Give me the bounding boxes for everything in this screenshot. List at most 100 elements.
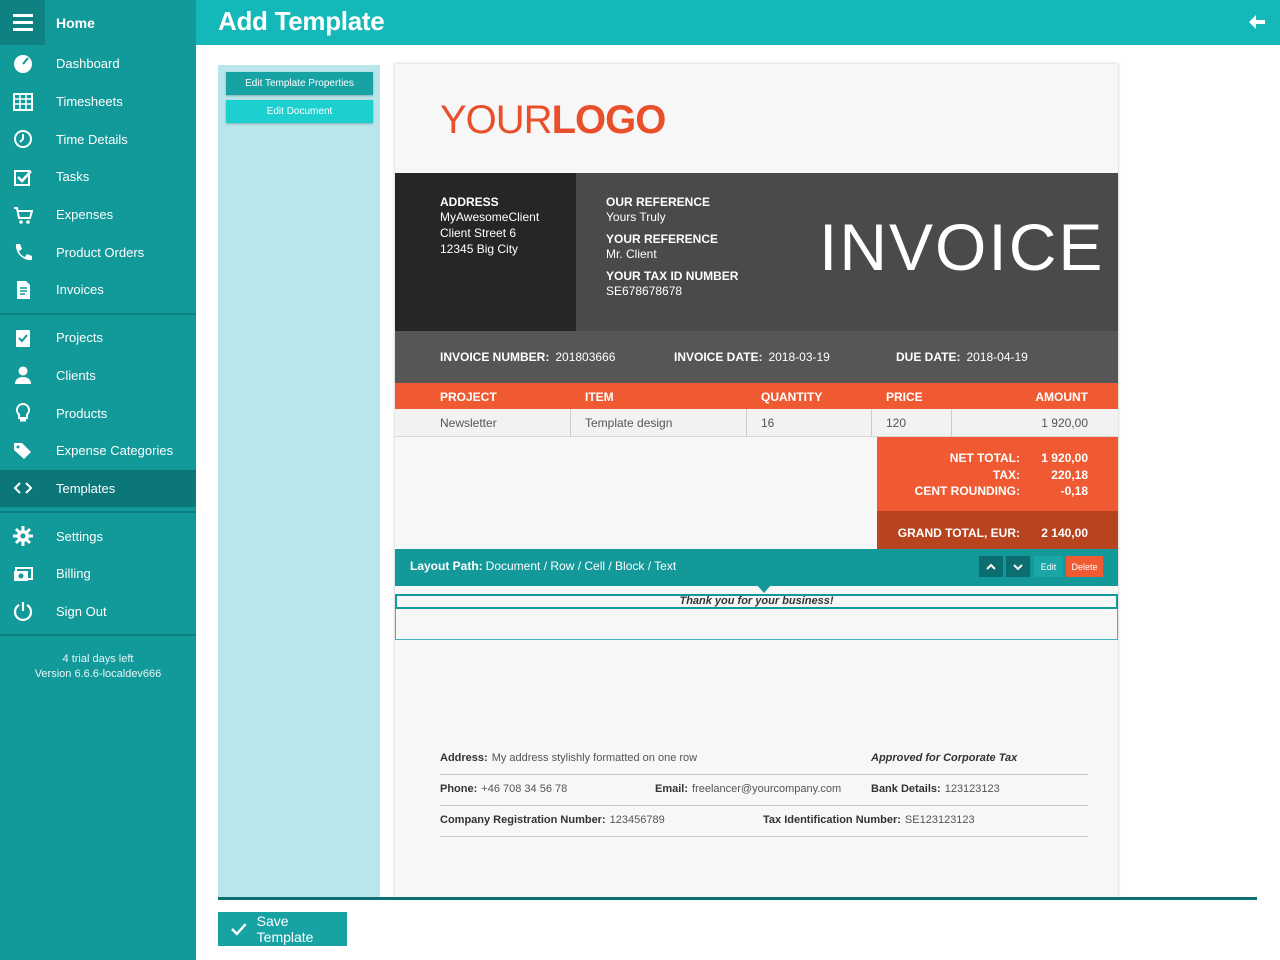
footer-bank: Bank Details: 123123123	[871, 783, 1000, 795]
dashboard-icon	[0, 54, 45, 74]
gear-icon	[0, 526, 45, 547]
sidebar-item-label: Dashboard	[56, 56, 120, 72]
sidebar-item-settings[interactable]: Settings	[0, 517, 196, 555]
footer-phone-value: +46 708 34 56 78	[481, 783, 568, 795]
lightbulb-icon	[0, 403, 45, 423]
footer-phone: Phone: +46 708 34 56 78	[440, 783, 567, 795]
due-date-value: 2018-04-19	[966, 350, 1028, 364]
invoice-meta-row: INVOICE NUMBER: 201803666 INVOICE DATE: 20…	[395, 331, 1118, 383]
totals-block: NET TOTAL: 1 920,00 TAX: 220,18 CENT ROUND…	[877, 437, 1118, 549]
sidebar-item-products[interactable]: Products	[0, 394, 196, 432]
address-line: MyAwesomeClient	[440, 210, 540, 224]
footer-tax-id-value: SE123123123	[904, 814, 975, 826]
footer-company-reg: Company Registration Number: 123456789	[440, 814, 665, 826]
logo-light-text: YOUR	[440, 98, 553, 142]
top-bar: Add Template	[196, 0, 1280, 45]
footer-address: Address: My address stylishly formatted o…	[440, 752, 697, 764]
sidebar-item-product-orders[interactable]: Product Orders	[0, 233, 196, 271]
sidebar-item-label: Projects	[56, 330, 103, 346]
arrow-left-icon[interactable]	[1248, 13, 1266, 31]
save-template-label: Save Template	[256, 913, 314, 945]
trial-days-text: 4 trial days left	[62, 653, 134, 666]
invoice-header-band: ADDRESS MyAwesomeClient Client Street 6 …	[395, 173, 1118, 331]
invoice-number: INVOICE NUMBER: 201803666	[440, 350, 615, 364]
tax-id-value: SE678678678	[606, 284, 683, 298]
address-line: Client Street 6	[440, 226, 517, 240]
sidebar-item-sign-out[interactable]: Sign Out	[0, 593, 196, 631]
footer-phone-label: Phone:	[440, 783, 478, 795]
footer-address-value: My address stylishly formatted on one ro…	[491, 752, 698, 764]
thank-you-text[interactable]: Thank you for your business!	[395, 594, 1118, 609]
column-header: AMOUNT	[1035, 390, 1088, 404]
rounding-value: -0,18	[1060, 484, 1088, 498]
footer-email: Email: freelancer@yourcompany.com	[655, 783, 841, 795]
sidebar-divider	[0, 511, 196, 514]
trial-info: 4 trial days left Version 6.6.6-localdev…	[0, 652, 196, 682]
address-label: ADDRESS	[440, 195, 499, 209]
layout-path-bar: Layout Path: Document / Row / Cell / Bloc…	[395, 549, 1118, 586]
cell-price: 120	[886, 416, 907, 430]
clipboard-icon	[0, 328, 45, 348]
move-up-button[interactable]	[979, 556, 1003, 577]
logo-bold-text: LOGO	[551, 98, 667, 142]
sidebar-divider	[0, 312, 196, 315]
table-icon	[0, 92, 45, 112]
footer-bank-value: 123123123	[944, 783, 1000, 795]
edit-template-properties-button[interactable]: Edit Template Properties	[226, 72, 373, 95]
sidebar-item-templates[interactable]: Templates	[0, 469, 196, 508]
sidebar-item-projects[interactable]: Projects	[0, 319, 196, 357]
footer-address-label: Address:	[440, 752, 488, 764]
sidebar-item-invoices[interactable]: Invoices	[0, 271, 196, 309]
invoice-number-value: 201803666	[555, 350, 616, 364]
sidebar-item-label: Expenses	[56, 207, 114, 223]
sidebar-item-expenses[interactable]: Expenses	[0, 196, 196, 234]
cell-project: Newsletter	[440, 416, 497, 430]
sidebar-item-label: Billing	[56, 566, 91, 582]
sidebar-item-label: Tasks	[56, 169, 90, 185]
sidebar-item-tasks[interactable]: Tasks	[0, 158, 196, 196]
sidebar-item-clients[interactable]: Clients	[0, 357, 196, 395]
selection-caret	[757, 585, 771, 593]
sidebar-item-timesheets[interactable]: Timesheets	[0, 83, 196, 121]
tax-value: 220,18	[1051, 468, 1088, 482]
items-table-header: PROJECT ITEM QUANTITY PRICE AMOUNT	[395, 383, 1118, 409]
edit-block-button[interactable]: Edit	[1034, 556, 1063, 577]
tags-icon	[0, 441, 45, 461]
delete-block-button[interactable]: Delete	[1066, 556, 1103, 577]
sidebar-item-label: Settings	[56, 528, 103, 544]
sidebar-home[interactable]: Home	[0, 0, 196, 45]
our-reference-label: OUR REFERENCE	[606, 195, 711, 209]
footer-tax-id: Tax Identification Number: SE123123123	[763, 814, 975, 826]
sidebar-item-label: Invoices	[56, 282, 104, 298]
address-line: 12345 Big City	[440, 242, 519, 256]
net-total-label: NET TOTAL:	[949, 451, 1020, 465]
footer-row: Address: My address stylishly formatted o…	[440, 744, 1088, 775]
invoice-icon	[0, 280, 45, 300]
sidebar-item-expense-categories[interactable]: Expense Categories	[0, 432, 196, 470]
layout-path: Layout Path: Document / Row / Cell / Bloc…	[410, 559, 676, 573]
footer-tax-id-label: Tax Identification Number:	[763, 814, 901, 826]
sidebar-item-billing[interactable]: Billing	[0, 555, 196, 593]
invoice-title: INVOICE	[819, 210, 1105, 284]
due-date-label: DUE DATE:	[896, 350, 961, 364]
cell-quantity: 16	[761, 416, 775, 430]
save-template-button[interactable]: Save Template	[218, 912, 347, 946]
column-header: PROJECT	[440, 390, 497, 404]
sidebar-item-label: Clients	[56, 367, 96, 383]
chevron-down-icon	[1013, 563, 1023, 570]
net-total-value: 1 920,00	[1041, 451, 1088, 465]
cart-icon	[0, 205, 45, 225]
phone-icon	[0, 242, 45, 262]
move-down-button[interactable]	[1006, 556, 1030, 577]
sidebar-item-label: Timesheets	[56, 94, 123, 110]
menu-icon[interactable]	[0, 0, 45, 45]
bottom-divider	[218, 897, 1257, 900]
sidebar-item-time-details[interactable]: Time Details	[0, 120, 196, 158]
footer-bank-label: Bank Details:	[871, 783, 941, 795]
cell-amount: 1 920,00	[1041, 416, 1088, 430]
edit-document-button[interactable]: Edit Document	[226, 100, 373, 123]
footer-row: Company Registration Number: 123456789 Ta…	[440, 806, 1088, 837]
sidebar-item-dashboard[interactable]: Dashboard	[0, 45, 196, 83]
sidebar-divider	[0, 634, 196, 637]
references-block: OUR REFERENCE Yours Truly YOUR REFERENCE…	[606, 195, 738, 306]
